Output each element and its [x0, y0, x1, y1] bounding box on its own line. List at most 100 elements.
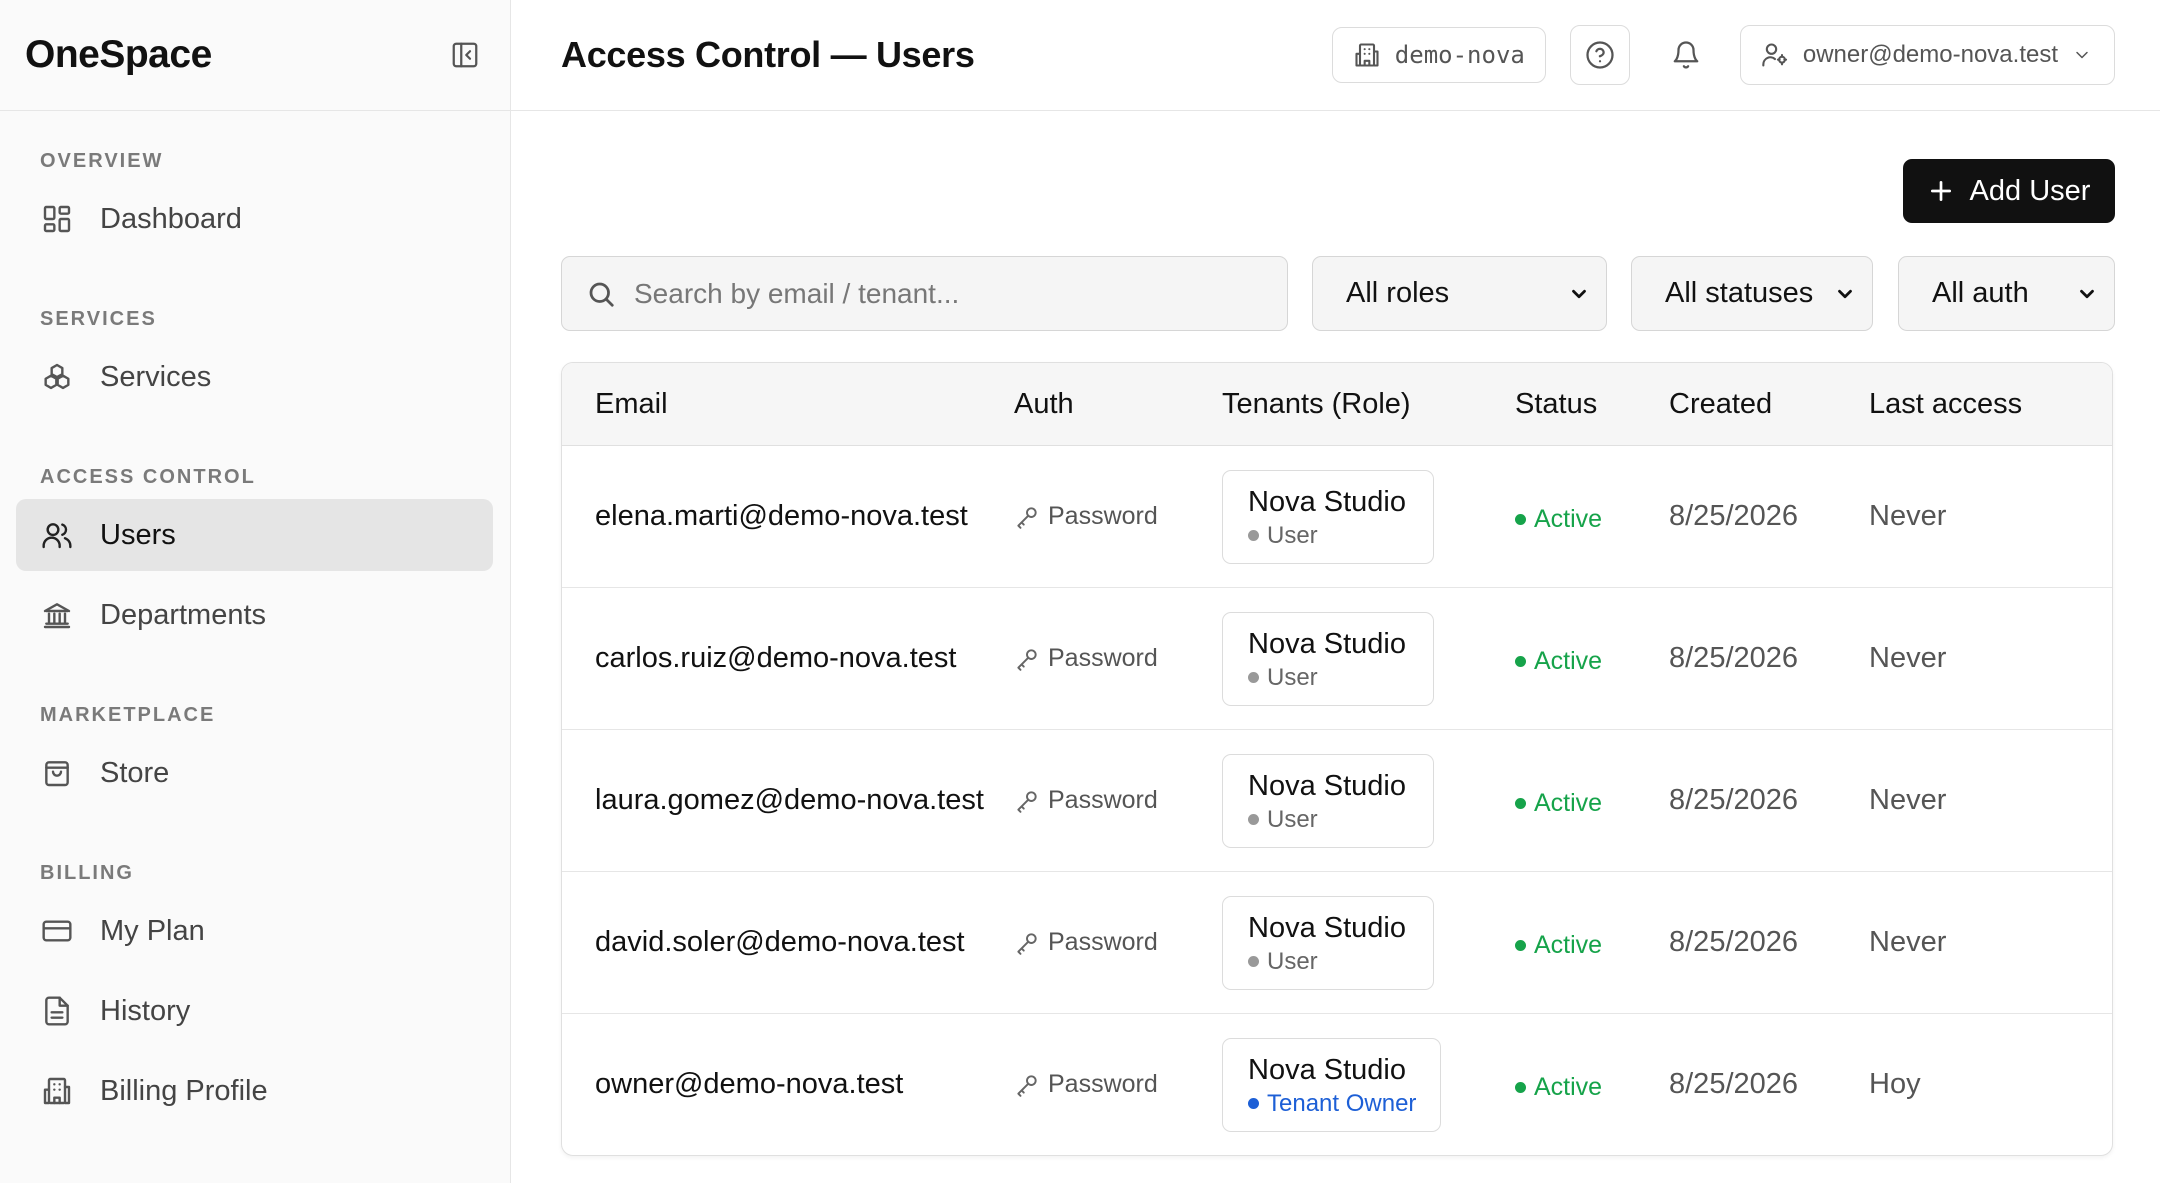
chevron-down-icon [1572, 289, 1586, 298]
sidebar-item-label: Departments [100, 598, 267, 631]
chevron-down-icon [2076, 51, 2088, 59]
tenant-name: Nova Studio [1248, 769, 1406, 802]
status-dot [1515, 940, 1526, 951]
column-header-tenants[interactable]: Tenants (Role) [1222, 388, 1515, 421]
last-access: Never [1869, 642, 1947, 674]
sidebar-item-label: History [100, 994, 191, 1027]
status-dot [1515, 1082, 1526, 1093]
bell-icon [1673, 41, 1699, 69]
help-button[interactable] [1569, 25, 1630, 85]
sidebar-item-my-plan[interactable]: My Plan [16, 895, 493, 967]
column-header-auth[interactable]: Auth [1014, 388, 1222, 421]
status-label: Active [1534, 505, 1603, 533]
role-badge: User [1248, 947, 1409, 977]
role-dot [1248, 814, 1259, 825]
role-dot [1248, 956, 1259, 967]
column-header-created[interactable]: Created [1669, 388, 1869, 421]
sidebar-item-history[interactable]: History [16, 975, 493, 1047]
sidebar-collapse-icon [452, 42, 478, 68]
sidebar-item-services[interactable]: Services [16, 341, 493, 413]
search-box[interactable] [561, 256, 1288, 331]
credit-card-icon [40, 914, 74, 948]
tenant-name: Nova Studio [1248, 1053, 1406, 1086]
status-badge: Active [1515, 925, 1669, 960]
auth-method: Password [1014, 786, 1222, 815]
add-user-button[interactable]: Add User [1903, 159, 2115, 223]
sidebar-header: OneSpace [0, 0, 510, 111]
tenant-role-card: Nova Studio User [1222, 469, 1434, 564]
sidebar-item-label: Dashboard [100, 202, 242, 235]
column-header-status[interactable]: Status [1515, 388, 1669, 421]
status-badge: Active [1515, 499, 1669, 534]
status-label: Active [1534, 647, 1603, 675]
notifications-button[interactable] [1656, 25, 1716, 85]
created-date: 8/25/2026 [1669, 1068, 1799, 1100]
sidebar-item-billing-profile[interactable]: Billing Profile [16, 1055, 493, 1127]
tenant-name: Nova Studio [1248, 627, 1406, 660]
main-panel: Access Control — Users demo-nova owner@d… [511, 0, 2160, 1183]
tenant-switcher[interactable]: demo-nova [1331, 27, 1546, 83]
user-email: owner@demo-nova.test [1802, 41, 2058, 68]
status-label: Active [1534, 789, 1603, 817]
sidebar-item-dashboard[interactable]: Dashboard [16, 183, 493, 255]
sidebar-item-label: Users [100, 518, 176, 551]
auth-method: Password [1014, 502, 1222, 531]
column-header-last-access[interactable]: Last access [1869, 388, 2112, 421]
table-row[interactable]: owner@demo-nova.test Password Nova Studi… [562, 1014, 2112, 1155]
status-filter-select[interactable]: All statuses [1631, 256, 1873, 331]
status-dot [1515, 514, 1526, 525]
services-icon [40, 360, 74, 394]
nav-section-access-control: ACCESS CONTROL Users Departments [0, 455, 510, 651]
tenant-name: Nova Studio [1248, 911, 1406, 944]
add-user-label: Add User [1969, 174, 2091, 207]
tenant-role-card: Nova Studio Tenant Owner [1222, 1037, 1442, 1132]
role-badge: User [1248, 521, 1409, 551]
actions-row: Add User [561, 159, 2115, 223]
table-row[interactable]: laura.gomez@demo-nova.test Password Nova… [562, 730, 2112, 872]
tenant-role-card: Nova Studio User [1222, 895, 1434, 990]
sidebar-item-label: Billing Profile [100, 1074, 268, 1107]
building-icon [40, 1074, 74, 1108]
sidebar-item-departments[interactable]: Departments [16, 579, 493, 651]
table-row[interactable]: elena.marti@demo-nova.test Password Nova… [562, 446, 2112, 588]
sidebar-item-users[interactable]: Users [16, 499, 493, 571]
table-row[interactable]: david.soler@demo-nova.test Password Nova… [562, 872, 2112, 1014]
role-badge: Tenant Owner [1248, 1089, 1416, 1119]
search-input[interactable] [634, 277, 1254, 310]
auth-filter-select[interactable]: All auth [1898, 256, 2115, 331]
role-dot [1248, 1098, 1259, 1109]
shopping-bag-icon [40, 756, 74, 790]
table-row[interactable]: carlos.ruiz@demo-nova.test Password Nova… [562, 588, 2112, 730]
users-content: Add User All roles All statuses All aut [511, 111, 2160, 1156]
auth-label: Password [1048, 502, 1158, 530]
auth-label: Password [1048, 786, 1158, 814]
roles-filter-select[interactable]: All roles [1312, 256, 1607, 331]
role-label: User [1267, 805, 1318, 833]
role-label: User [1267, 947, 1318, 975]
brand-logo[interactable]: OneSpace [25, 33, 212, 77]
table-header: Email Auth Tenants (Role) Status Created… [562, 363, 2112, 446]
nav-section-billing: BILLING My Plan History Billing Profile [0, 851, 510, 1127]
key-icon [1017, 790, 1037, 813]
last-access: Never [1869, 926, 1947, 958]
user-email-cell: elena.marti@demo-nova.test [595, 500, 968, 532]
role-label: Tenant Owner [1267, 1089, 1417, 1117]
collapse-sidebar-button[interactable] [448, 38, 482, 72]
status-badge: Active [1515, 641, 1669, 676]
nav-section-title: MARKETPLACE [40, 704, 216, 726]
auth-method: Password [1014, 1070, 1222, 1099]
status-badge: Active [1515, 1067, 1669, 1102]
building-columns-icon [40, 598, 74, 632]
role-label: User [1267, 521, 1318, 549]
chevron-down-icon [2080, 289, 2094, 298]
last-access: Never [1869, 784, 1947, 816]
plus-icon [1930, 180, 1951, 202]
user-menu[interactable]: owner@demo-nova.test [1739, 25, 2115, 85]
last-access: Never [1869, 500, 1947, 532]
filters-row: All roles All statuses All auth [561, 256, 2115, 331]
top-bar: Access Control — Users demo-nova owner@d… [511, 0, 2160, 111]
dashboard-icon [40, 202, 74, 236]
sidebar-item-store[interactable]: Store [16, 737, 493, 809]
column-header-email[interactable]: Email [562, 388, 1014, 421]
status-dot [1515, 798, 1526, 809]
